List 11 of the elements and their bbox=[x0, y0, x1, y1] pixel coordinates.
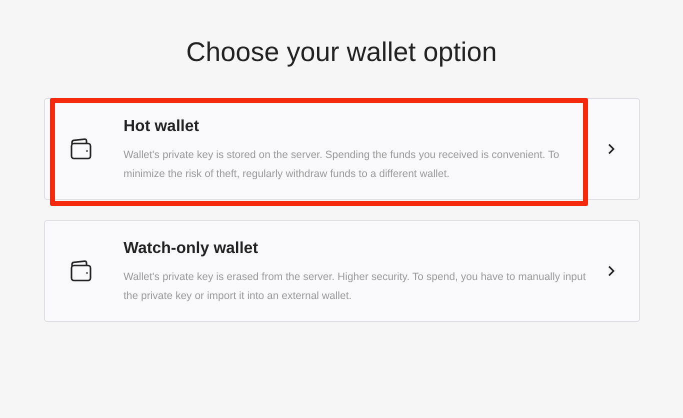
chevron-right-icon bbox=[606, 143, 614, 155]
wallet-option-card[interactable]: Watch-only wallet Wallet's private key is erased from the server. Higher security. To spend, you have to manually input the private key or import it into an external wallet. bbox=[44, 220, 640, 322]
wallet-icon bbox=[68, 258, 94, 284]
wallet-icon bbox=[68, 136, 94, 162]
option-title: Watch-only wallet bbox=[124, 238, 260, 258]
option-description: Wallet's private key is stored on the server. Spending the funds you received is convenient. To minimize the risk of theft, regularly withdraw funds to a different wallet. bbox=[124, 148, 560, 182]
wallet-option-card[interactable]: Hot wallet Wallet's private key is stored on the server. Spending the funds you received is convenient. To minimize the risk of theft, regularly withdraw funds to a different wallet. bbox=[44, 98, 640, 200]
chevron-right-icon bbox=[606, 265, 614, 277]
option-description: Wallet's private key is erased from the server. Higher security. To spend, you have to manually input the private key or import it into an external wallet. bbox=[124, 270, 587, 304]
page-title: Choose your wallet option bbox=[186, 36, 497, 69]
option-title: Hot wallet bbox=[124, 116, 200, 136]
